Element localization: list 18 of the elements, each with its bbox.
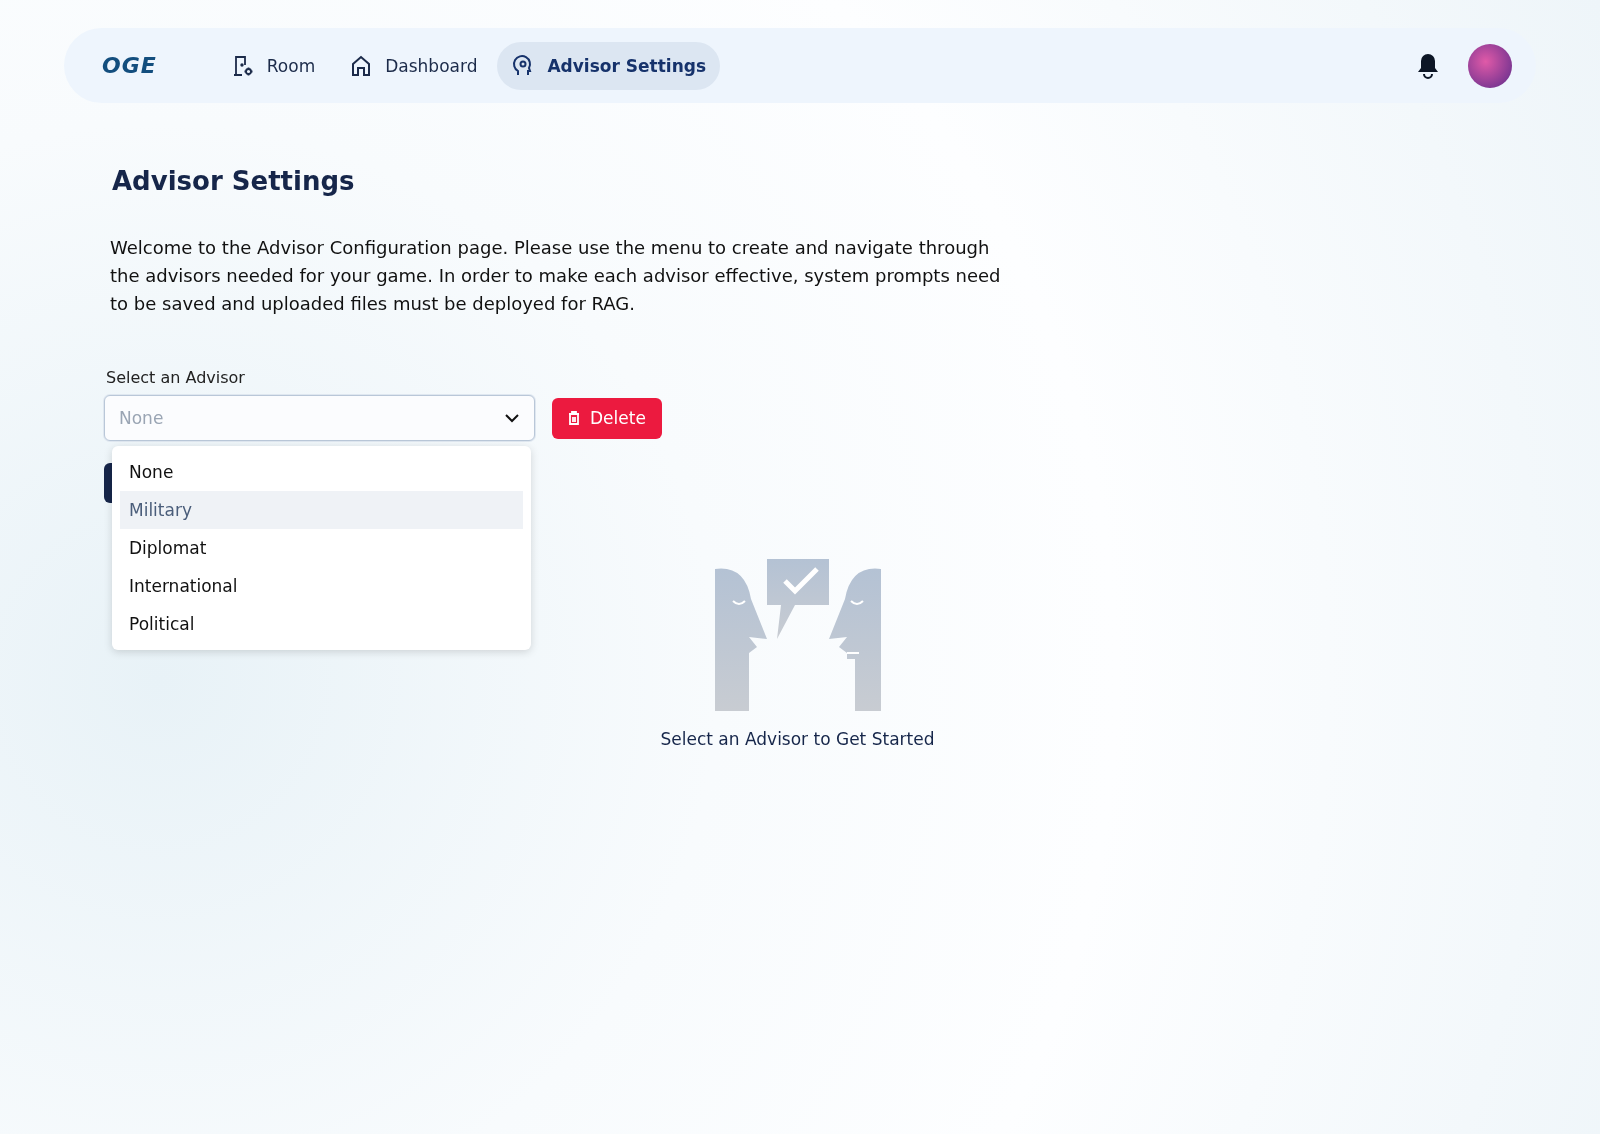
dropdown-option[interactable]: Diplomat [120, 529, 523, 567]
dropdown-option[interactable]: None [120, 453, 523, 491]
dropdown-option[interactable]: International [120, 567, 523, 605]
logo[interactable]: OGE [102, 53, 157, 78]
bell-icon[interactable] [1416, 52, 1440, 79]
nav-tab[interactable]: Dashboard [335, 41, 492, 90]
dropdown-option[interactable]: Political [120, 605, 523, 643]
field-label: Select an Advisor [106, 368, 246, 387]
trash-icon [568, 411, 580, 425]
nav-tab[interactable]: Advisor Settings [497, 41, 721, 90]
chevron-down-icon [504, 413, 520, 423]
delete-button[interactable]: Delete [552, 397, 662, 439]
page-title: Advisor Settings [112, 166, 356, 196]
nav-tab[interactable]: Room [216, 41, 330, 90]
dropdown-option[interactable]: Military [120, 491, 523, 529]
intro-paragraph: Welcome to the Advisor Configuration page. Please use the menu to create and navigate through the advisors needed for your game. In order to make each advisor effective, system prompts need to be saved and uploaded files must be deployed for RAG. [110, 236, 1002, 316]
avatar[interactable] [1468, 43, 1512, 88]
empty-state-caption: Select an Advisor to Get Started [660, 729, 935, 749]
